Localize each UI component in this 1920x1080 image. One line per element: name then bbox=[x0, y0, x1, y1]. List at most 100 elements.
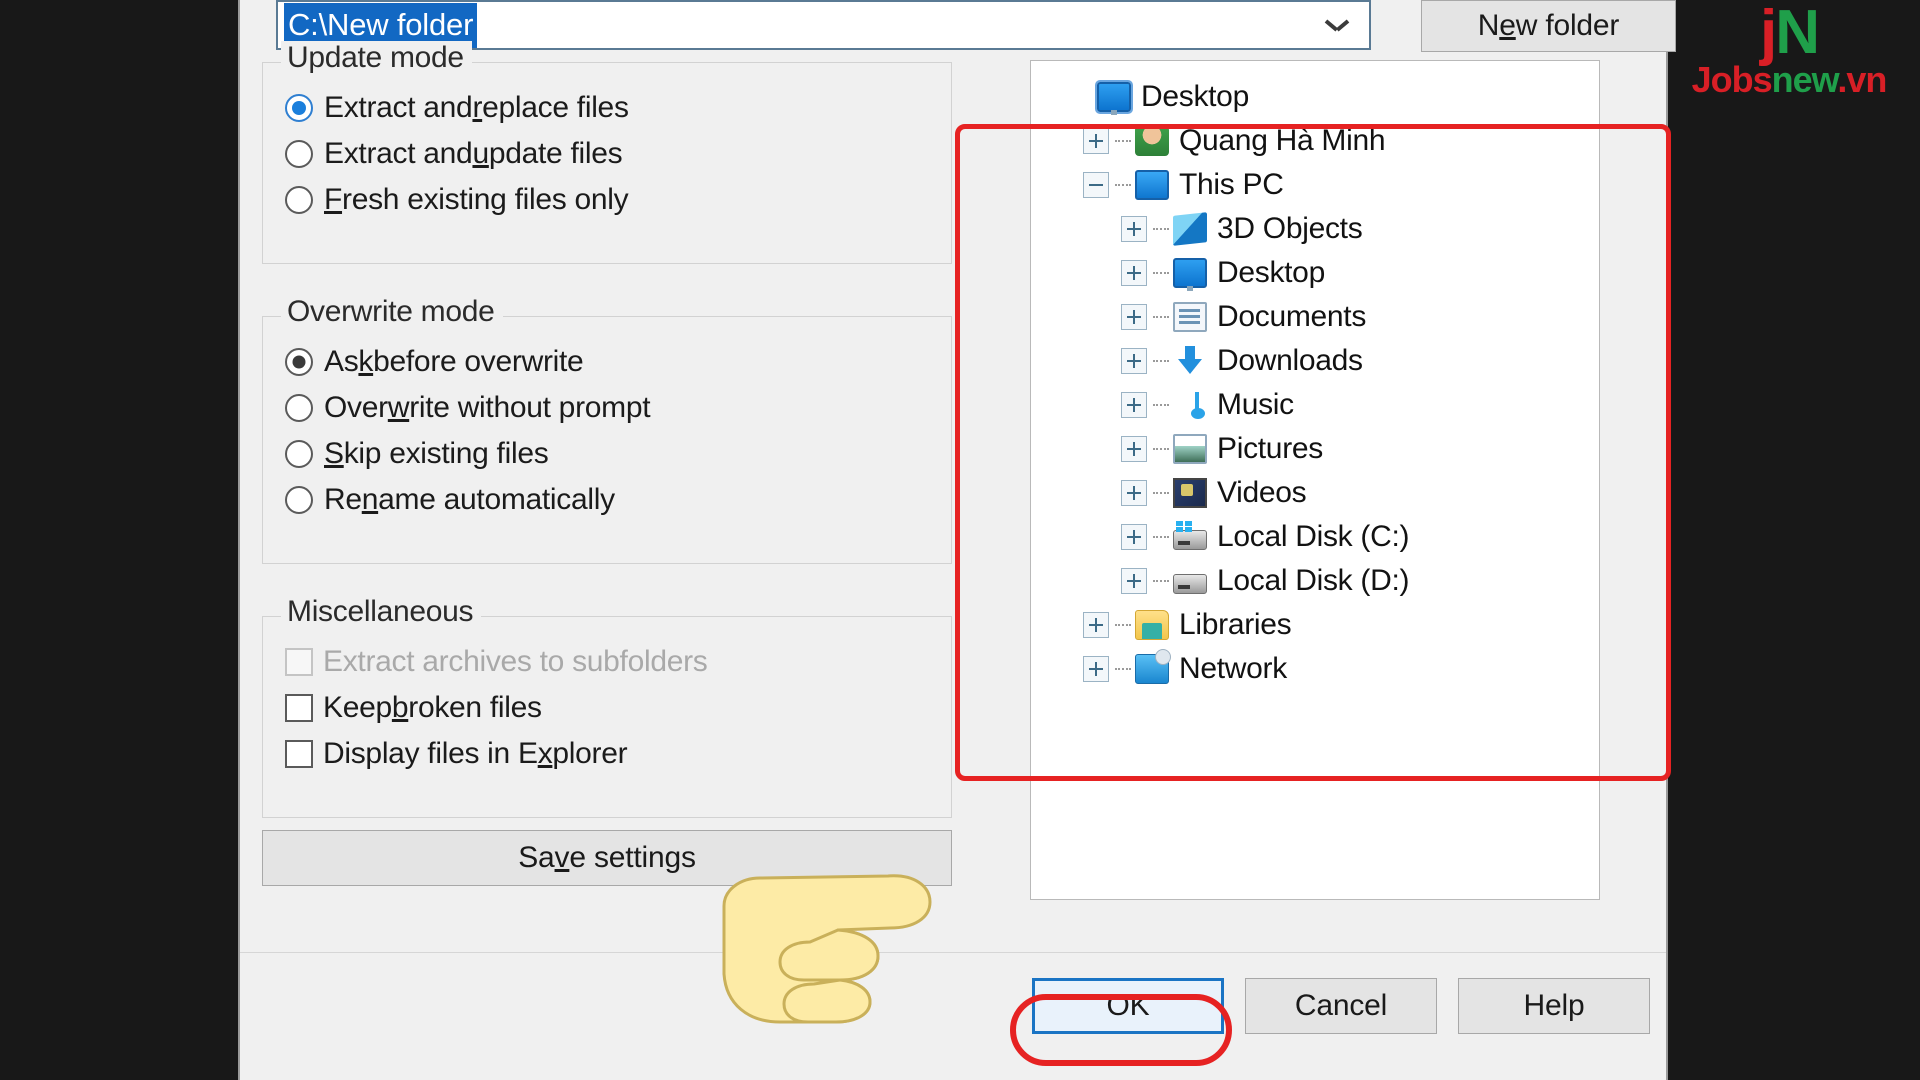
expand-icon[interactable] bbox=[1121, 568, 1147, 594]
tree-item[interactable]: Music bbox=[1045, 383, 1599, 427]
cancel-button[interactable]: Cancel bbox=[1245, 978, 1437, 1034]
watermark-logo: jN bbox=[1664, 2, 1914, 64]
collapse-icon[interactable] bbox=[1083, 172, 1109, 198]
network-icon bbox=[1135, 649, 1171, 684]
option-fresh-existing-files-only[interactable]: Fresh existing files only bbox=[263, 177, 951, 223]
option-ask-before-overwrite[interactable]: As k before overwrite bbox=[263, 339, 951, 385]
destination-folder-tree-panel[interactable]: Desktop Quang Hà Minh This PC 3D Objects Des… bbox=[1030, 60, 1600, 900]
option-label-pre: Re bbox=[324, 483, 362, 516]
tree-connector bbox=[1153, 580, 1169, 582]
tree-item-label: Music bbox=[1217, 388, 1294, 421]
tree-item[interactable]: Network bbox=[1045, 647, 1599, 691]
tree-item[interactable]: Desktop bbox=[1045, 75, 1599, 119]
radio-icon[interactable] bbox=[285, 394, 313, 422]
radio-icon[interactable] bbox=[285, 140, 313, 168]
new-folder-button[interactable]: New folder bbox=[1421, 0, 1676, 52]
tree-connector bbox=[1153, 360, 1169, 362]
tree-item[interactable]: Downloads bbox=[1045, 339, 1599, 383]
tree-item-label: Desktop bbox=[1141, 80, 1249, 113]
option-skip-existing-files[interactable]: Skip existing files bbox=[263, 431, 951, 477]
option-extract-and-update-files[interactable]: Extract and u pdate files bbox=[263, 131, 951, 177]
expand-icon[interactable] bbox=[1083, 612, 1109, 638]
update-mode-title: Update mode bbox=[281, 41, 472, 75]
option-label-post: before overwrite bbox=[373, 345, 584, 378]
system-drive-icon bbox=[1173, 521, 1207, 550]
chevron-down-icon[interactable] bbox=[1305, 2, 1369, 48]
option-label-post: ame automatically bbox=[378, 483, 615, 516]
tree-item-label: Libraries bbox=[1179, 608, 1292, 641]
video-icon bbox=[1173, 478, 1207, 508]
expand-icon[interactable] bbox=[1121, 304, 1147, 330]
tree-item[interactable]: 3D Objects bbox=[1045, 207, 1599, 251]
option-label-accel: S bbox=[324, 437, 344, 470]
expand-icon[interactable] bbox=[1121, 260, 1147, 286]
option-label-post: eplace files bbox=[482, 91, 629, 124]
option-rename-automatically[interactable]: Re n ame automatically bbox=[263, 477, 951, 523]
option-label-accel: n bbox=[361, 483, 379, 516]
tree-item-label: Documents bbox=[1217, 300, 1367, 333]
checkbox-icon[interactable] bbox=[285, 740, 313, 768]
option-extract-and-replace-files[interactable]: Extract and r eplace files bbox=[263, 85, 951, 131]
expand-icon[interactable] bbox=[1121, 348, 1147, 374]
overwrite-mode-title: Overwrite mode bbox=[281, 295, 503, 329]
watermark-text-new: new bbox=[1771, 58, 1839, 100]
radio-icon[interactable] bbox=[285, 486, 313, 514]
checkbox-icon bbox=[285, 648, 313, 676]
expand-icon[interactable] bbox=[1083, 128, 1109, 154]
option-label-post: resh existing files only bbox=[342, 183, 629, 216]
option-label-pre: Extract archives to subfolders bbox=[323, 645, 708, 678]
tree-item-label: Local Disk (D:) bbox=[1217, 564, 1410, 597]
ok-button[interactable]: OK bbox=[1032, 978, 1224, 1034]
tree-connector bbox=[1153, 228, 1169, 230]
watermark-logo-n: N bbox=[1775, 0, 1820, 67]
pc-icon bbox=[1135, 170, 1169, 200]
pointing-hand-cursor bbox=[722, 874, 932, 1024]
tree-item-label: Quang Hà Minh bbox=[1179, 124, 1386, 157]
folder-tree[interactable]: Desktop Quang Hà Minh This PC 3D Objects Des… bbox=[1031, 61, 1599, 691]
cancel-button-label: Cancel bbox=[1294, 989, 1388, 1022]
monitor-icon bbox=[1095, 80, 1133, 115]
save-settings-label-accel: v bbox=[554, 841, 570, 874]
radio-icon[interactable] bbox=[285, 440, 313, 468]
ok-button-label: OK bbox=[1106, 989, 1150, 1022]
destination-path-row: C:\New folder New folder bbox=[276, 0, 1676, 52]
option-label-accel: u bbox=[472, 137, 489, 170]
tree-item-label: 3D Objects bbox=[1217, 212, 1363, 245]
radio-icon[interactable] bbox=[285, 186, 313, 214]
picture-icon bbox=[1173, 434, 1207, 464]
expand-icon[interactable] bbox=[1083, 656, 1109, 682]
tree-item[interactable]: Local Disk (C:) bbox=[1045, 515, 1599, 559]
expand-icon[interactable] bbox=[1121, 392, 1147, 418]
tree-item[interactable]: This PC bbox=[1045, 163, 1599, 207]
option-label-accel: b bbox=[391, 691, 409, 724]
tree-item[interactable]: Local Disk (D:) bbox=[1045, 559, 1599, 603]
tree-item[interactable]: Pictures bbox=[1045, 427, 1599, 471]
tree-item[interactable]: Desktop bbox=[1045, 251, 1599, 295]
option-label-accel: F bbox=[324, 183, 343, 216]
tree-connector bbox=[1153, 492, 1169, 494]
libraries-icon bbox=[1135, 610, 1169, 640]
tree-item[interactable]: Quang Hà Minh bbox=[1045, 119, 1599, 163]
drive-icon bbox=[1173, 574, 1207, 594]
option-display-files-in-explorer[interactable]: Display files in Ex plorer bbox=[263, 731, 951, 777]
tree-connector bbox=[1153, 272, 1169, 274]
expand-icon[interactable] bbox=[1121, 480, 1147, 506]
option-label-pre: Over bbox=[324, 391, 388, 424]
tree-item[interactable]: Documents bbox=[1045, 295, 1599, 339]
expand-icon[interactable] bbox=[1121, 436, 1147, 462]
expand-icon[interactable] bbox=[1121, 216, 1147, 242]
tree-item-label: This PC bbox=[1179, 168, 1284, 201]
help-button[interactable]: Help bbox=[1458, 978, 1650, 1034]
new-folder-label-post: w folder bbox=[1515, 9, 1620, 42]
radio-icon[interactable] bbox=[285, 94, 313, 122]
radio-icon[interactable] bbox=[285, 348, 313, 376]
expand-icon[interactable] bbox=[1121, 524, 1147, 550]
checkbox-icon[interactable] bbox=[285, 694, 313, 722]
option-keep-broken-files[interactable]: Keep b roken files bbox=[263, 685, 951, 731]
tree-item[interactable]: Videos bbox=[1045, 471, 1599, 515]
option-overwrite-without-prompt[interactable]: Over w rite without prompt bbox=[263, 385, 951, 431]
option-label-post: rite without prompt bbox=[409, 391, 651, 424]
tree-connector bbox=[1115, 624, 1131, 626]
tree-item[interactable]: Libraries bbox=[1045, 603, 1599, 647]
